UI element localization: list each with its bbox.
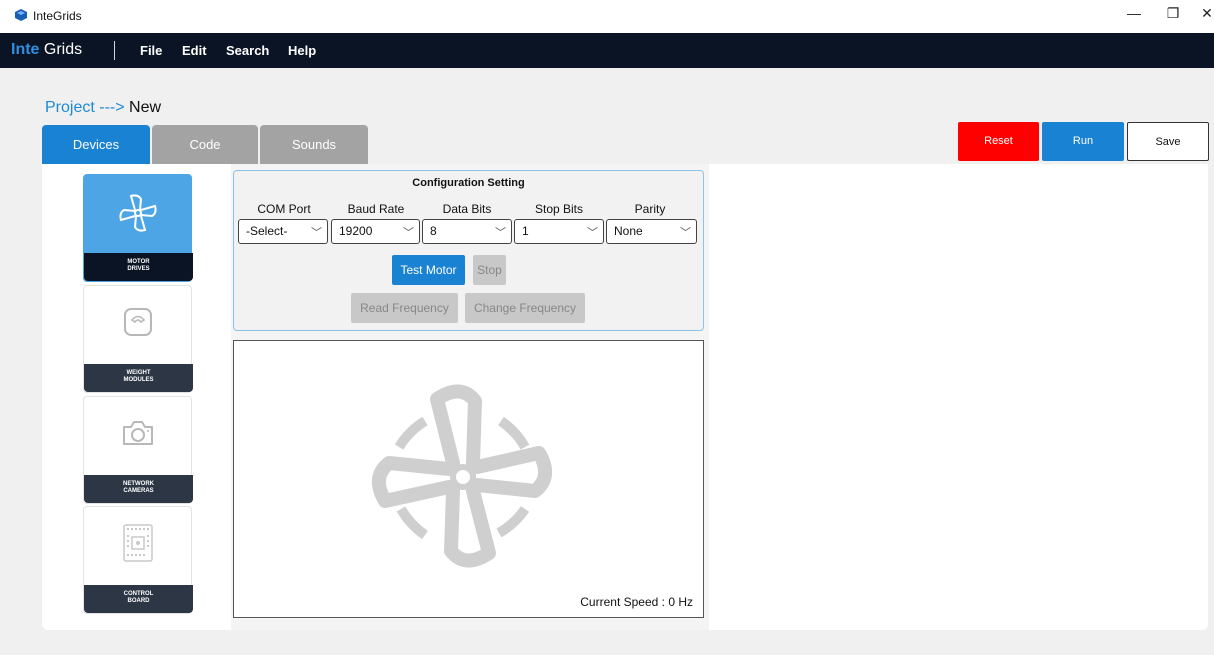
device-label-line2: MODULES <box>123 377 154 383</box>
fan-icon <box>119 194 157 232</box>
run-button[interactable]: Run <box>1042 122 1124 161</box>
parity-label: Parity <box>634 202 666 216</box>
data-bits-label: Data Bits <box>442 202 492 216</box>
baud-rate-label: Baud Rate <box>347 202 405 216</box>
parity-value: None <box>614 224 643 238</box>
menu-search[interactable]: Search <box>226 43 269 58</box>
device-label-line1: WEIGHT <box>126 370 151 376</box>
breadcrumb-current: New <box>129 99 162 116</box>
configuration-panel: Configuration Setting COM Port Baud Rate… <box>233 170 704 331</box>
data-bits-select[interactable]: 8 ﹀ <box>422 219 512 244</box>
device-card-label: NETWORK CAMERAS <box>84 475 193 503</box>
window-titlebar: InteGrids — ❐ ✕ <box>0 0 1214 33</box>
tab-sounds[interactable]: Sounds <box>260 125 368 164</box>
menu-bar: Inte Grids File Edit Search Help <box>0 33 1214 68</box>
device-card-label: WEIGHT MODULES <box>84 364 193 392</box>
device-label-line2: DRIVES <box>127 266 150 272</box>
breadcrumb-project[interactable]: Project <box>45 99 95 116</box>
breadcrumb: Project ---> New <box>45 99 161 117</box>
save-button[interactable]: Save <box>1127 122 1209 161</box>
com-port-select[interactable]: -Select- ﹀ <box>238 219 328 244</box>
device-card-network-cameras[interactable]: NETWORK CAMERAS <box>83 396 193 504</box>
circuit-board-icon <box>123 524 153 562</box>
configuration-title: Configuration Setting <box>412 177 525 189</box>
stop-bits-select[interactable]: 1 ﹀ <box>514 219 604 244</box>
change-frequency-button[interactable]: Change Frequency <box>465 293 585 323</box>
stop-bits-label: Stop Bits <box>534 202 584 216</box>
tab-code[interactable]: Code <box>152 125 258 164</box>
test-motor-button[interactable]: Test Motor <box>392 255 465 285</box>
window-title: InteGrids <box>33 9 82 23</box>
device-label-line2: BOARD <box>127 598 150 604</box>
device-card-weight-modules[interactable]: WEIGHT MODULES <box>83 285 193 393</box>
stop-bits-value: 1 <box>522 224 529 238</box>
motor-viewer: Current Speed : 0 Hz <box>233 340 704 618</box>
chevron-down-icon: ﹀ <box>680 227 691 239</box>
device-card-label: MOTOR DRIVES <box>84 253 193 281</box>
baud-rate-value: 19200 <box>339 224 373 238</box>
device-label-line2: CAMERAS <box>123 488 154 494</box>
read-frequency-button[interactable]: Read Frequency <box>351 293 458 323</box>
app-logo-icon <box>15 9 27 21</box>
breadcrumb-arrow: ---> <box>94 99 130 116</box>
baud-rate-select[interactable]: 19200 ﹀ <box>331 219 420 244</box>
brand-accent: Inte <box>11 41 40 58</box>
close-button[interactable]: ✕ <box>1197 5 1214 22</box>
reset-button[interactable]: Reset <box>958 122 1039 161</box>
device-card-label: CONTROL BOARD <box>84 585 193 613</box>
com-port-value: -Select- <box>246 224 288 238</box>
data-bits-value: 8 <box>430 224 437 238</box>
camera-icon <box>123 421 153 445</box>
device-label-line1: CONTROL <box>123 591 154 597</box>
chevron-down-icon: ﹀ <box>311 227 322 239</box>
menu-help[interactable]: Help <box>288 43 316 58</box>
tab-devices[interactable]: Devices <box>42 125 150 164</box>
scale-icon <box>124 308 152 336</box>
device-card-control-board[interactable]: CONTROL BOARD <box>83 506 193 614</box>
fan-illustration-icon <box>372 384 552 568</box>
minimize-button[interactable]: — <box>1124 5 1144 21</box>
stop-button[interactable]: Stop <box>473 255 506 285</box>
brand-divider <box>114 41 115 60</box>
parity-select[interactable]: None ﹀ <box>606 219 697 244</box>
restore-button[interactable]: ❐ <box>1163 5 1183 22</box>
chevron-down-icon: ﹀ <box>403 227 414 239</box>
current-speed-readout: Current Speed : 0 Hz <box>580 595 693 609</box>
chevron-down-icon: ﹀ <box>495 227 506 239</box>
menu-edit[interactable]: Edit <box>182 43 207 58</box>
device-label-line1: NETWORK <box>123 481 154 487</box>
menu-file[interactable]: File <box>140 43 162 58</box>
device-label-line1: MOTOR <box>127 259 150 265</box>
brand-logo: Inte Grids <box>11 41 82 59</box>
com-port-label: COM Port <box>257 202 311 216</box>
device-card-motor-drives[interactable]: MOTOR DRIVES <box>83 174 193 282</box>
chevron-down-icon: ﹀ <box>587 227 598 239</box>
brand-rest: Grids <box>39 41 83 58</box>
